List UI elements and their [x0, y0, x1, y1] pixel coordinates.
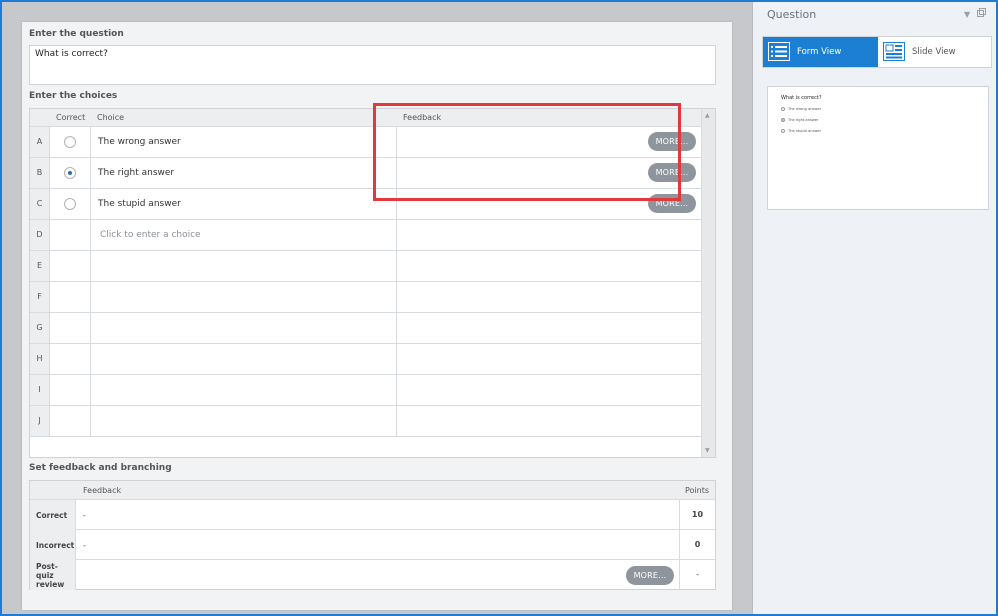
- choice-text[interactable]: [91, 375, 397, 405]
- choice-placeholder[interactable]: Click to enter a choice: [91, 220, 397, 250]
- tab-label: Slide View: [912, 47, 956, 57]
- preview-option: The wrong answer: [781, 107, 821, 111]
- feedback-text[interactable]: -: [83, 541, 86, 550]
- choice-row-g: G: [30, 313, 702, 344]
- choice-letter: F: [30, 282, 50, 312]
- preview-option: The stupid answer: [781, 129, 821, 133]
- choices-scrollbar[interactable]: ▲ ▼: [701, 109, 715, 457]
- choice-row-f: F: [30, 282, 702, 313]
- points-value[interactable]: 10: [679, 500, 715, 530]
- feedback-row-label: Post-quiz review: [30, 560, 76, 590]
- highlight-annotation: [373, 103, 681, 201]
- choice-text[interactable]: [91, 406, 397, 436]
- panel-title: Question: [767, 8, 817, 21]
- feedback-row-post-quiz: Post-quiz review MORE... -: [30, 560, 715, 590]
- choice-feedback-cell[interactable]: [397, 251, 702, 281]
- choice-letter: H: [30, 344, 50, 374]
- panel-restore-icon[interactable]: [977, 8, 986, 19]
- choice-letter: D: [30, 220, 50, 250]
- choice-row-e: E: [30, 251, 702, 282]
- form-view-icon: [768, 42, 790, 61]
- points-value[interactable]: -: [679, 560, 715, 590]
- question-section-label: Enter the question: [29, 29, 124, 39]
- question-panel: Question ▼ Form View Slide View What is …: [752, 2, 996, 614]
- choice-feedback-cell[interactable]: [397, 282, 702, 312]
- choice-feedback-cell[interactable]: [397, 344, 702, 374]
- choice-letter: E: [30, 251, 50, 281]
- correct-radio-selected[interactable]: [64, 167, 76, 179]
- choice-feedback-cell[interactable]: [397, 313, 702, 343]
- more-button[interactable]: MORE...: [626, 566, 674, 585]
- points-value[interactable]: 0: [679, 530, 715, 560]
- points-column-header: Points: [684, 486, 709, 495]
- choice-row-j: J: [30, 406, 702, 437]
- choice-text[interactable]: [91, 282, 397, 312]
- feedback-column-header: Feedback: [83, 486, 122, 495]
- choice-feedback-cell[interactable]: [397, 406, 702, 436]
- slide-preview-thumbnail[interactable]: What is correct? The wrong answer The ri…: [767, 86, 989, 210]
- tab-form-view[interactable]: Form View: [763, 37, 878, 67]
- choice-letter: J: [30, 406, 50, 436]
- tab-slide-view[interactable]: Slide View: [878, 37, 992, 67]
- feedback-header: Feedback Points: [30, 481, 715, 500]
- feedback-row-label: Correct: [30, 500, 76, 530]
- tab-label: Form View: [797, 47, 842, 57]
- feedback-row-label: Incorrect: [30, 530, 76, 560]
- correct-radio[interactable]: [64, 136, 76, 148]
- choice-text[interactable]: [91, 251, 397, 281]
- choice-text[interactable]: The stupid answer: [91, 189, 397, 219]
- choice-text[interactable]: The right answer: [91, 158, 397, 188]
- choice-text[interactable]: [91, 344, 397, 374]
- preview-question: What is correct?: [781, 95, 822, 101]
- feedback-table: Feedback Points Correct - 10 Incorrect -…: [29, 480, 716, 590]
- choices-section-label: Enter the choices: [29, 91, 118, 101]
- question-input[interactable]: What is correct?: [29, 45, 716, 85]
- choice-letter: I: [30, 375, 50, 405]
- choice-row-h: H: [30, 344, 702, 375]
- choice-row-d: D Click to enter a choice: [30, 220, 702, 251]
- choice-feedback-cell[interactable]: [397, 220, 702, 250]
- feedback-section-label: Set feedback and branching: [29, 463, 172, 473]
- panel-menu-icon[interactable]: ▼: [964, 10, 970, 19]
- scroll-down-icon[interactable]: ▼: [705, 447, 710, 454]
- correct-column-header: Correct: [56, 113, 86, 122]
- choice-text[interactable]: The wrong answer: [91, 127, 397, 157]
- choice-letter: B: [30, 158, 50, 188]
- feedback-text[interactable]: -: [83, 511, 86, 520]
- app-window: Enter the question What is correct? Ente…: [2, 2, 996, 614]
- choice-column-header: Choice: [97, 113, 125, 122]
- correct-radio[interactable]: [64, 198, 76, 210]
- choice-letter: G: [30, 313, 50, 343]
- preview-option: The right answer: [781, 118, 818, 122]
- feedback-row-incorrect: Incorrect - 0: [30, 530, 715, 560]
- choice-text[interactable]: [91, 313, 397, 343]
- slide-view-icon: [883, 42, 905, 61]
- view-tabs: Form View Slide View: [762, 36, 992, 68]
- choice-feedback-cell[interactable]: [397, 375, 702, 405]
- choice-letter: A: [30, 127, 50, 157]
- scroll-up-icon[interactable]: ▲: [705, 112, 710, 119]
- choice-row-i: I: [30, 375, 702, 406]
- choice-letter: C: [30, 189, 50, 219]
- feedback-row-correct: Correct - 10: [30, 500, 715, 530]
